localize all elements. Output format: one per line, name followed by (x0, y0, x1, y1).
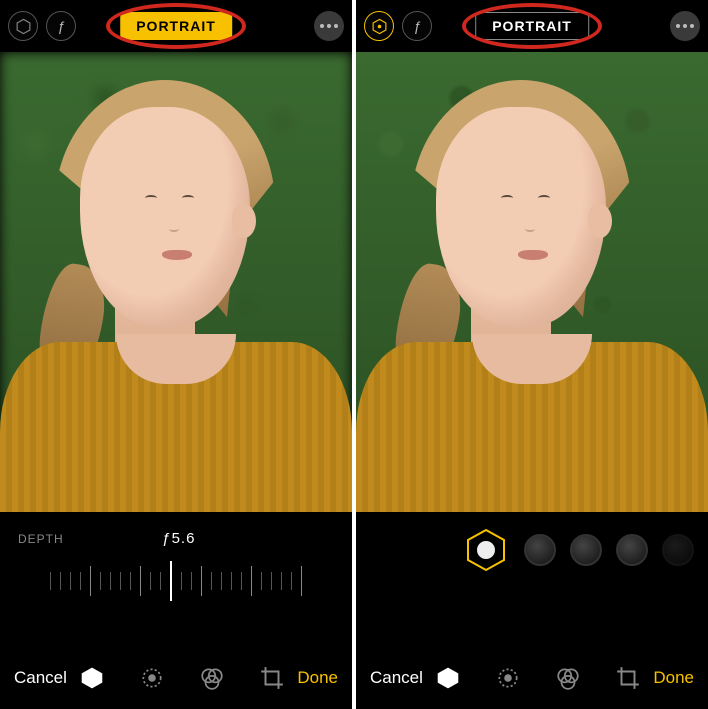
lighting-option-stage[interactable] (616, 534, 648, 566)
depth-slider-thumb[interactable] (170, 561, 172, 601)
phone-left: ƒ PORTRAIT DEPTH ƒ5.6 (0, 0, 352, 709)
phone-right: ƒ PORTRAIT (356, 0, 708, 709)
cancel-button[interactable]: Cancel (14, 668, 67, 688)
more-button[interactable] (314, 11, 344, 41)
portrait-mode-toggle[interactable]: PORTRAIT (120, 12, 232, 40)
done-button[interactable]: Done (297, 668, 338, 688)
photo-preview (0, 52, 352, 512)
lighting-controls (356, 512, 708, 647)
aperture-f-button[interactable]: ƒ (402, 11, 432, 41)
lighting-option-more[interactable] (662, 534, 694, 566)
portrait-mode-label: PORTRAIT (492, 18, 572, 34)
lighting-hex-button[interactable] (364, 11, 394, 41)
portrait-subject (0, 52, 352, 512)
lighting-option-contour[interactable] (570, 534, 602, 566)
lighting-option-studio[interactable] (524, 534, 556, 566)
adjust-tab-icon[interactable] (495, 665, 521, 691)
bottom-toolbar: Cancel Done (356, 647, 708, 709)
bottom-toolbar: Cancel Done (0, 647, 352, 709)
portrait-mode-label: PORTRAIT (136, 18, 216, 34)
cancel-button[interactable]: Cancel (370, 668, 423, 688)
more-button[interactable] (670, 11, 700, 41)
portrait-tab-icon[interactable] (79, 665, 105, 691)
crop-tab-icon[interactable] (259, 665, 285, 691)
portrait-mode-toggle[interactable]: PORTRAIT (475, 12, 589, 40)
photo-preview (356, 52, 708, 512)
edit-tool-tabs (67, 665, 297, 691)
top-toolbar: ƒ PORTRAIT (0, 0, 352, 52)
depth-slider[interactable] (0, 557, 352, 605)
portrait-tab-icon[interactable] (435, 665, 461, 691)
depth-label: DEPTH (18, 532, 64, 546)
adjust-tab-icon[interactable] (139, 665, 165, 691)
depth-readout: DEPTH ƒ5.6 (0, 512, 352, 557)
done-button[interactable]: Done (653, 668, 694, 688)
depth-controls: DEPTH ƒ5.6 (0, 512, 352, 647)
lighting-carousel[interactable] (356, 512, 708, 588)
portrait-subject (356, 52, 708, 512)
lighting-option-natural[interactable] (462, 526, 510, 574)
top-toolbar: ƒ PORTRAIT (356, 0, 708, 52)
lighting-hex-button[interactable] (8, 11, 38, 41)
depth-value: ƒ5.6 (162, 530, 195, 547)
filters-tab-icon[interactable] (555, 665, 581, 691)
ellipsis-icon (320, 24, 338, 28)
filters-tab-icon[interactable] (199, 665, 225, 691)
edit-tool-tabs (423, 665, 653, 691)
crop-tab-icon[interactable] (615, 665, 641, 691)
aperture-f-button[interactable]: ƒ (46, 11, 76, 41)
ellipsis-icon (676, 24, 694, 28)
